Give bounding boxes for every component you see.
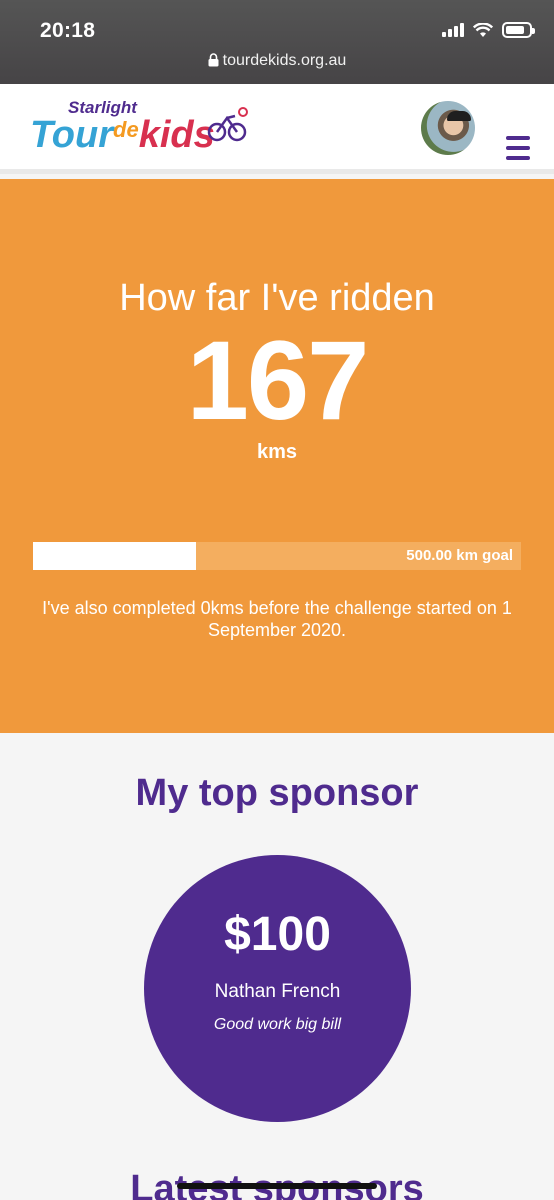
distance-unit: kms: [256, 441, 298, 463]
tour-de-kids-logo[interactable]: Starlight Tourdekids: [30, 96, 255, 162]
logo-wordmark: Tourdekids: [30, 114, 215, 156]
status-icons: [442, 22, 535, 38]
distance-title: How far I've ridden: [119, 277, 435, 319]
site-header: Starlight Tourdekids: [0, 84, 554, 174]
sponsor-name: Nathan French: [214, 981, 341, 1002]
lock-icon: [208, 53, 219, 67]
signal-icon: [442, 23, 464, 37]
wifi-icon: [473, 22, 493, 37]
avatar[interactable]: [421, 101, 475, 155]
top-sponsor-heading: My top sponsor: [135, 772, 419, 814]
bicycle-icon: [207, 107, 248, 142]
distance-value: 167: [186, 318, 370, 443]
url-text: tourdekids.org.au: [222, 52, 347, 69]
distance-panel: How far I've ridden 167 kms 500.00 km go…: [0, 179, 554, 733]
goal-progress-fill: [33, 542, 196, 570]
goal-label: 500.00 km goal: [406, 547, 513, 564]
browser-chrome: 20:18 tourdekids.org.au: [0, 0, 554, 84]
sponsor-amount: $100: [224, 908, 331, 961]
top-sponsor-card: $100 Nathan French Good work big bill: [144, 855, 411, 1122]
hamburger-icon[interactable]: [506, 136, 530, 160]
home-indicator[interactable]: [177, 1183, 377, 1189]
battery-icon: [502, 22, 535, 38]
sponsor-message: Good work big bill: [213, 1016, 342, 1033]
goal-progress-bar: 500.00 km goal: [33, 542, 521, 570]
prior-distance-text: I've also completed 0kms before the chal…: [42, 598, 512, 640]
address-bar[interactable]: tourdekids.org.au: [0, 52, 554, 70]
status-time: 20:18: [40, 19, 96, 42]
